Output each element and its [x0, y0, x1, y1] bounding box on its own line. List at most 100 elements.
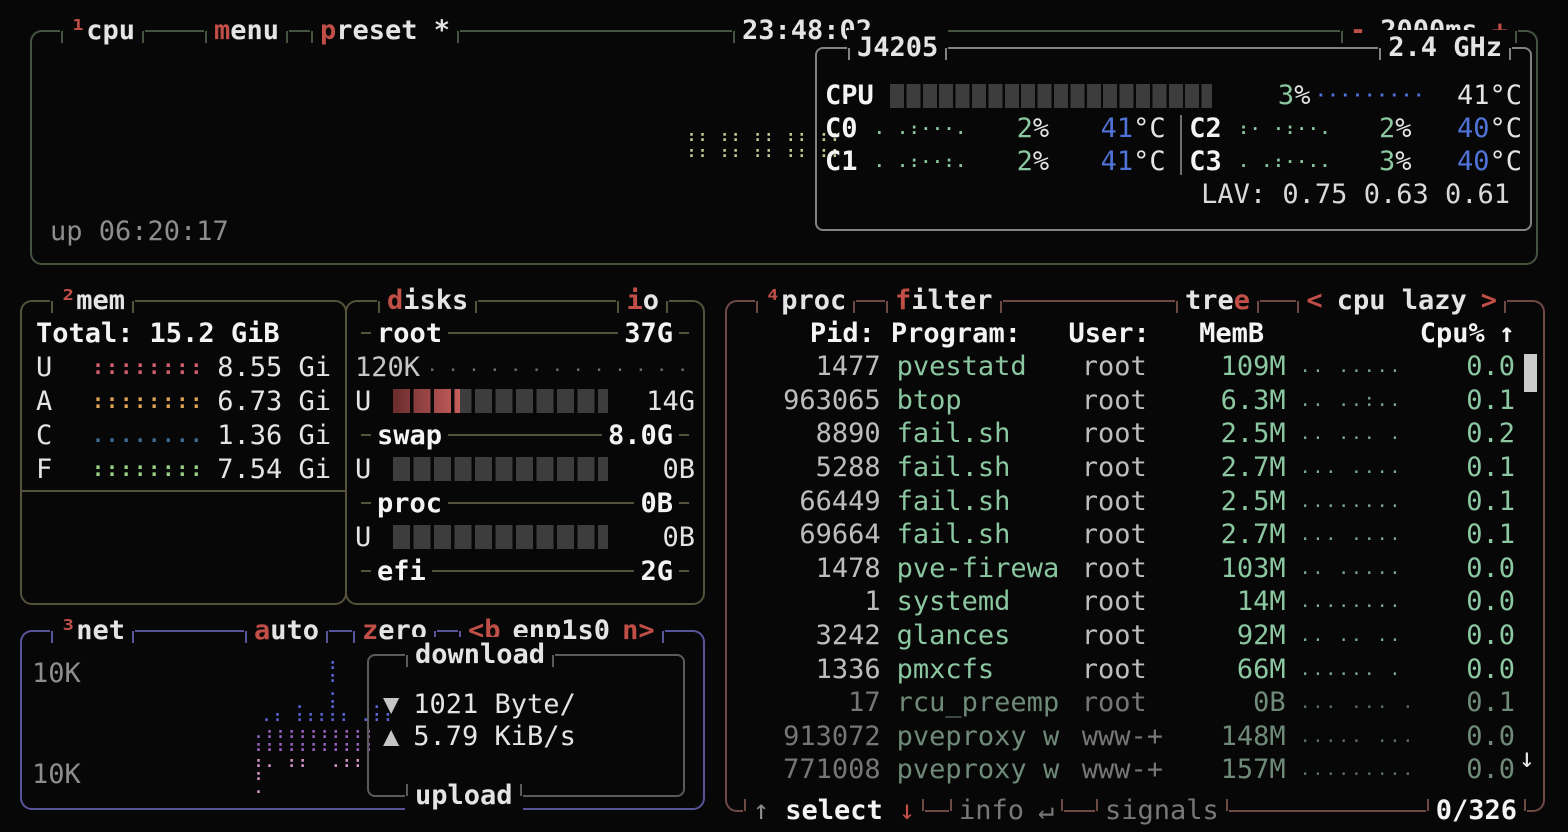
process-row[interactable]: 1478pve-firewaroot103M.. .....0.0 — [739, 552, 1515, 586]
core-percent: 2% — [985, 146, 1049, 177]
process-row[interactable]: 913072pveproxy wwww-+148M..... ...0.0 — [739, 720, 1515, 754]
mem-panel-number: ² — [60, 285, 76, 316]
cpu-panel: ¹cpu menu preset * 23:48:02 -2000ms+ :: … — [30, 30, 1538, 265]
core-row: C1 . .:··:. 2% 41°C C3 . .:··.. 3% 40°C — [825, 145, 1522, 178]
disk-size: 37G — [624, 318, 673, 349]
cpu-history-graph: .. ..... — [1300, 558, 1425, 579]
sort-prev-button[interactable]: < — [1306, 285, 1322, 316]
download-label: download — [405, 637, 555, 673]
mem-available-value: 6.73 Gi — [214, 386, 331, 417]
mem-total-row: Total:15.2 GiB — [36, 316, 331, 350]
btop-screen: ¹cpu menu preset * 23:48:02 -2000ms+ :: … — [0, 0, 1568, 832]
core-temp: 41°C — [1049, 113, 1165, 144]
scroll-down-icon[interactable]: ↓ — [1519, 743, 1535, 774]
col-user[interactable]: User: — [1068, 318, 1169, 349]
col-cpu[interactable]: Cpu% — [1398, 318, 1485, 349]
sort-mode-label: cpu lazy — [1337, 285, 1467, 316]
net-auto-button[interactable]: auto — [244, 613, 329, 649]
uptime-label: up 06:20:17 — [50, 216, 229, 247]
cpu-info-box: J4205 2.4 GHz CPU 3% ········· 41°C C0 .… — [815, 47, 1532, 231]
cpu-total-graph: ········· — [1310, 86, 1431, 106]
select-control[interactable]: ↑select↓ — [743, 793, 925, 829]
tree-button[interactable]: tree — [1175, 283, 1260, 319]
process-row[interactable]: 771008pveproxy wwww-+157M.........0.0 — [739, 753, 1515, 787]
process-row[interactable]: 963065btoproot6.3M.. ..:..0.1 — [739, 384, 1515, 418]
select-up-icon: ↑ — [753, 795, 769, 826]
col-program[interactable]: Program: — [891, 318, 1069, 349]
filter-button[interactable]: filter — [885, 283, 1003, 319]
mem-used-meter: :::::::: — [92, 355, 214, 379]
cpu-history-graph: ........ — [1300, 591, 1425, 612]
col-pid[interactable]: Pid: — [739, 318, 875, 349]
disk-section-proc: proc 0B — [355, 486, 695, 520]
cpu-history-graph: .. .. .. — [1300, 625, 1425, 646]
mem-divider — [22, 490, 345, 492]
upload-icon: ▲ — [383, 721, 399, 752]
process-row[interactable]: 66449fail.shroot2.5M........0.1 — [739, 484, 1515, 518]
proc-panel-title[interactable]: ⁴proc — [755, 283, 856, 319]
disk-name: swap — [377, 420, 442, 451]
mem-available-meter: :::::::: — [92, 389, 214, 413]
process-row[interactable]: 5288fail.shroot2.7M... ....0.1 — [739, 451, 1515, 485]
mem-panel-title[interactable]: ²mem — [50, 283, 135, 319]
cpu-total-temp: 41°C — [1431, 80, 1522, 111]
info-button[interactable]: info↵ — [949, 793, 1064, 829]
net-scale-bottom: 10K — [32, 759, 81, 790]
io-mode-button[interactable]: io — [616, 283, 669, 319]
core-temp: 40°C — [1411, 146, 1522, 177]
core-label: C2 — [1189, 113, 1230, 144]
core-percent: 2% — [985, 113, 1049, 144]
sort-asc-icon: ↑ — [1499, 318, 1515, 349]
download-icon: ▼ — [383, 689, 399, 720]
process-row[interactable]: 1477pvestatdroot109M.. .....0.0 — [739, 350, 1515, 384]
core-graph: . .:··.. — [1239, 152, 1350, 171]
download-row: ▼ 1021 Byte/ — [383, 688, 576, 720]
interval-decrease-button[interactable]: - — [1350, 15, 1366, 46]
process-row[interactable]: 3242glancesroot92M.. .. ..0.0 — [739, 619, 1515, 653]
disk-name: efi — [377, 556, 426, 587]
cpu-history-graph: ...... . — [1300, 659, 1425, 680]
upload-label: upload — [405, 778, 523, 814]
core-graph: . .:···. — [874, 119, 985, 138]
proc-panel-number: ⁴ — [765, 285, 781, 316]
process-row[interactable]: 17rcu_preemproot0B... ... .0.1 — [739, 686, 1515, 720]
mem-cached-value: 1.36 Gi — [214, 420, 331, 451]
preset-button[interactable]: preset * — [310, 13, 460, 49]
mem-available-label: A — [36, 386, 92, 417]
download-value: 1021 Byte/ — [413, 689, 576, 720]
mem-used-label: U — [36, 352, 92, 383]
cpu-total-meter — [890, 84, 1211, 108]
cpu-history-graph: .. ... . — [1300, 423, 1425, 444]
disks-panel-title[interactable]: disks — [377, 283, 478, 319]
cpu-history-graph: ... .... — [1300, 457, 1425, 478]
process-row[interactable]: 69664fail.shroot2.7M... ....0.1 — [739, 518, 1515, 552]
net-next-button[interactable]: n> — [622, 615, 655, 646]
disk-used-label: U — [355, 386, 393, 417]
process-row[interactable]: 1336pmxcfsroot66M...... .0.0 — [739, 652, 1515, 686]
signals-button[interactable]: signals — [1095, 793, 1229, 829]
process-row[interactable]: 8890fail.shroot2.5M.. ... .0.2 — [739, 417, 1515, 451]
mem-used-value: 8.55 Gi — [214, 352, 331, 383]
core-percent: 3% — [1349, 146, 1411, 177]
net-panel-title[interactable]: ³net — [50, 613, 135, 649]
cpu-total-row: CPU 3% ········· 41°C — [825, 79, 1522, 112]
col-mem[interactable]: MemB — [1170, 318, 1264, 349]
cpu-frequency: 2.4 GHz — [1378, 30, 1512, 66]
load-average-row: LAV: 0.75 0.63 0.61 — [825, 178, 1522, 211]
mem-used-row: U :::::::: 8.55 Gi — [36, 350, 331, 384]
core-graph: . .:··:. — [874, 152, 985, 171]
core-graph: :· ·:··. — [1239, 119, 1350, 138]
mem-total-value: 15.2 GiB — [150, 318, 280, 349]
cpu-panel-title[interactable]: ¹cpu — [60, 13, 145, 49]
disks-panel: disks io root 37G 120K . . . . . . . . .… — [345, 300, 705, 605]
cpu-panel-number: ¹ — [70, 15, 86, 46]
mem-free-value: 7.54 Gi — [214, 454, 331, 485]
menu-button[interactable]: menu — [204, 13, 289, 49]
cpu-history-graph: ..... ... — [1300, 726, 1425, 747]
scrollbar-thumb[interactable] — [1524, 354, 1537, 392]
sort-next-button[interactable]: > — [1481, 285, 1497, 316]
cpu-history-graph: ......... — [1300, 759, 1425, 780]
process-row[interactable]: 1systemdroot14M........0.0 — [739, 585, 1515, 619]
core-label: C3 — [1189, 146, 1230, 177]
select-down-icon: ↓ — [899, 795, 915, 826]
